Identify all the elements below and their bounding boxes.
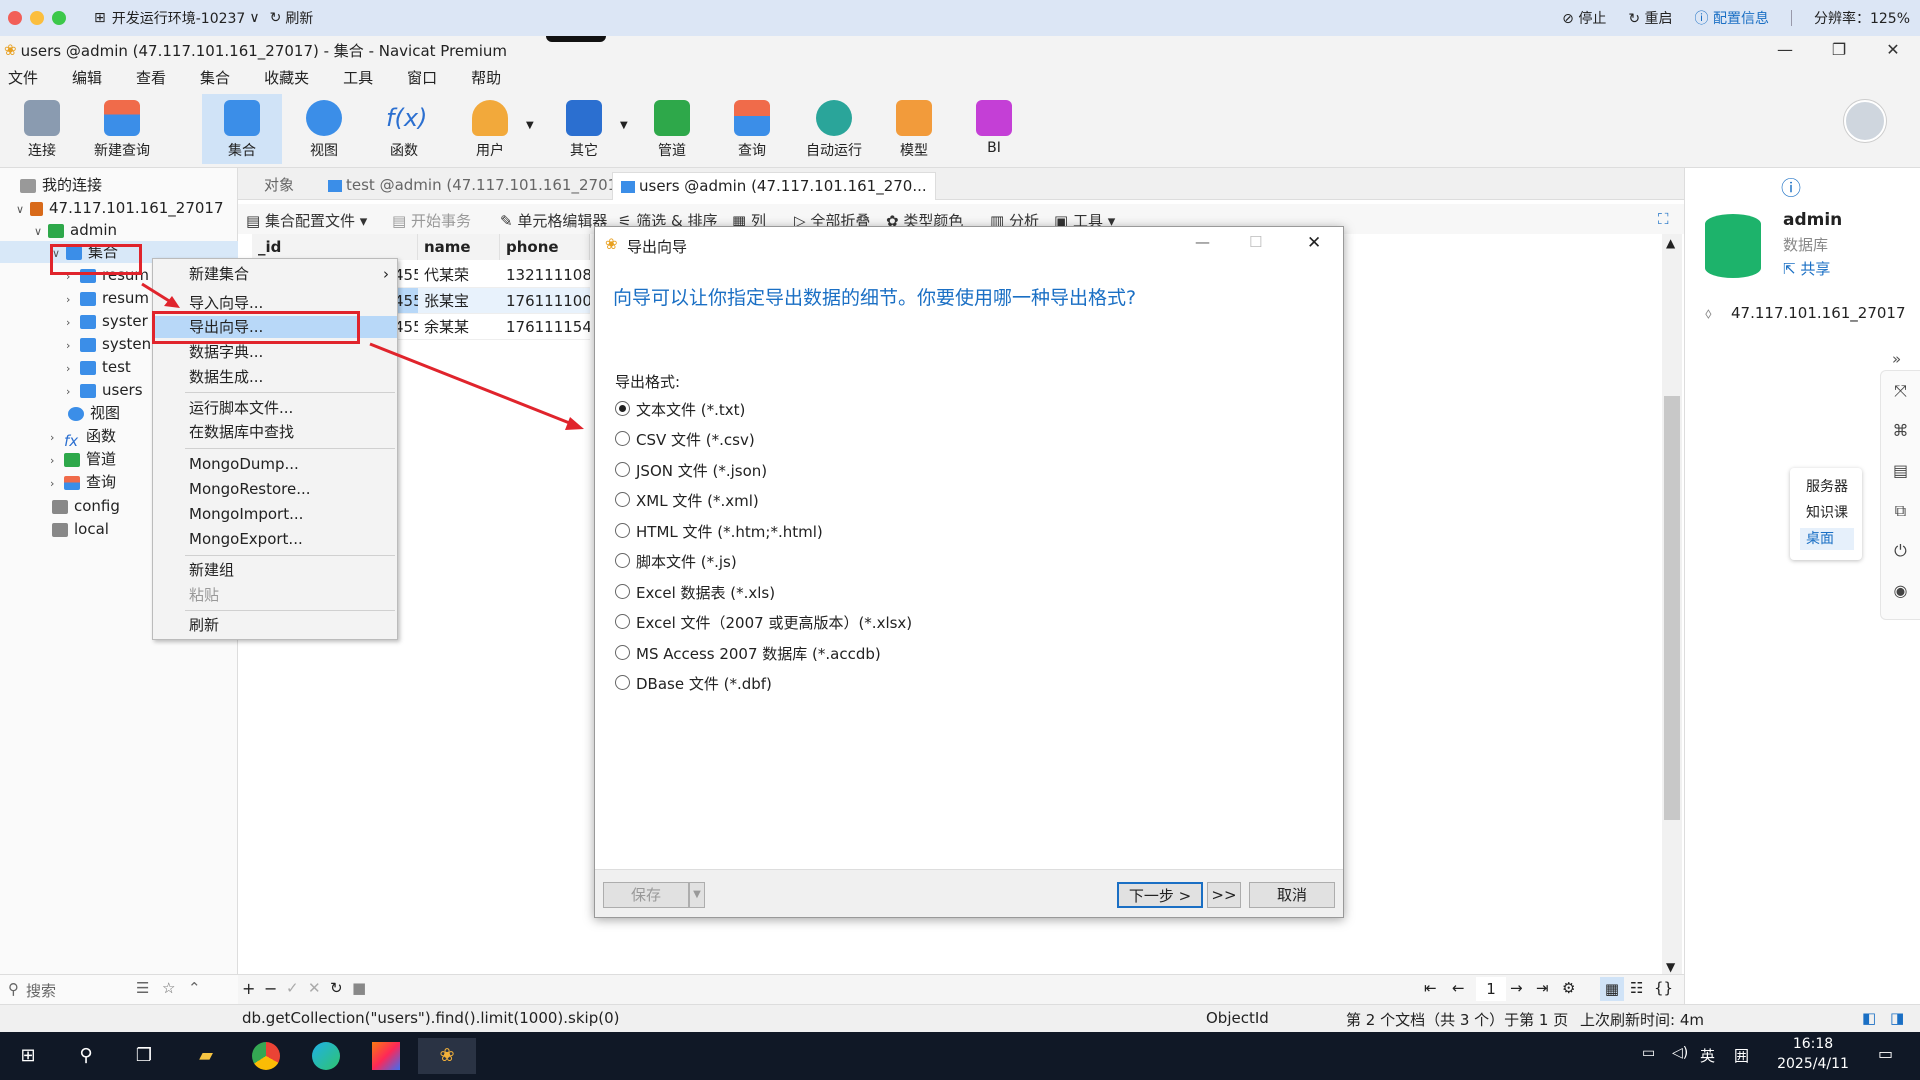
- export-wizard-dialog: ❀ 导出向导 — ☐ ✕ 向导可以让你指定导出数据的细节。你要使用哪一种导出格式…: [594, 226, 1344, 918]
- navicat-logo-icon: ❀: [605, 235, 618, 253]
- ime-lang[interactable]: 英: [1700, 1045, 1715, 1066]
- ime-mode[interactable]: 囲: [1734, 1045, 1749, 1066]
- notification-icon[interactable]: ▭: [1878, 1044, 1893, 1063]
- intellij-icon[interactable]: [362, 1038, 410, 1074]
- intellij-logo: [372, 1042, 400, 1070]
- clock-time[interactable]: 16:18: [1778, 1036, 1848, 1052]
- format-option-accdb[interactable]: MS Access 2007 数据库 (*.accdb): [615, 643, 881, 665]
- chrome-icon[interactable]: [242, 1038, 290, 1074]
- radio-icon: [615, 614, 630, 629]
- edge-icon[interactable]: [302, 1038, 350, 1074]
- search-icon[interactable]: ⚲: [62, 1038, 110, 1074]
- maximize-button[interactable]: ☐: [1249, 233, 1262, 251]
- finish-button[interactable]: >>: [1207, 882, 1241, 908]
- network-icon[interactable]: ▭: [1642, 1045, 1655, 1061]
- radio-icon: [615, 584, 630, 599]
- format-label-accdb: MS Access 2007 数据库 (*.accdb): [636, 645, 881, 663]
- dialog-question: 向导可以让你指定导出数据的细节。你要使用哪一种导出格式?: [613, 287, 1137, 309]
- radio-icon: [615, 523, 630, 538]
- dialog-titlebar: ❀ 导出向导 — ☐ ✕: [595, 227, 1343, 263]
- format-option-xls[interactable]: Excel 数据表 (*.xls): [615, 582, 775, 604]
- format-label-csv: CSV 文件 (*.csv): [636, 431, 755, 449]
- format-label-js: 脚本文件 (*.js): [636, 553, 737, 571]
- radio-icon: [615, 431, 630, 446]
- save-button[interactable]: 保存: [603, 882, 689, 908]
- close-button[interactable]: ✕: [1307, 233, 1321, 253]
- format-option-json[interactable]: JSON 文件 (*.json): [615, 460, 767, 482]
- dialog-footer: 保存 ▼ 下一步 > >> 取消: [595, 869, 1343, 917]
- format-label-xml: XML 文件 (*.xml): [636, 492, 759, 510]
- format-label: 导出格式:: [615, 373, 681, 391]
- navicat-taskbar-icon[interactable]: ❀: [418, 1038, 476, 1074]
- radio-icon: [615, 401, 630, 416]
- clock-date[interactable]: 2025/4/11: [1770, 1056, 1856, 1072]
- format-option-csv[interactable]: CSV 文件 (*.csv): [615, 429, 755, 451]
- format-option-txt[interactable]: 文本文件 (*.txt): [615, 399, 745, 421]
- format-label-dbf: DBase 文件 (*.dbf): [636, 675, 772, 693]
- volume-icon[interactable]: ◁): [1672, 1045, 1688, 1061]
- dialog-title: 导出向导: [627, 238, 688, 256]
- arrow-head: [565, 417, 584, 430]
- format-label-xlsx: Excel 文件（2007 或更高版本）(*.xlsx): [636, 614, 913, 632]
- save-dropdown-icon[interactable]: ▼: [689, 882, 705, 908]
- format-option-js[interactable]: 脚本文件 (*.js): [615, 551, 737, 573]
- file-explorer-icon[interactable]: ▰: [182, 1038, 230, 1074]
- format-label-json: JSON 文件 (*.json): [636, 462, 768, 480]
- taskbar: ⊞ ⚲ ❐ ▰ ❀ ▭ ◁) 英 囲 16:18 2025/4/11 ▭: [0, 1032, 1920, 1080]
- format-option-dbf[interactable]: DBase 文件 (*.dbf): [615, 673, 772, 695]
- format-option-html[interactable]: HTML 文件 (*.htm;*.html): [615, 521, 823, 543]
- radio-icon: [615, 492, 630, 507]
- radio-icon: [615, 675, 630, 690]
- format-label-txt: 文本文件 (*.txt): [636, 401, 746, 419]
- radio-icon: [615, 645, 630, 660]
- radio-icon: [615, 462, 630, 477]
- chrome-logo: [252, 1042, 280, 1070]
- task-view-icon[interactable]: ❐: [120, 1038, 168, 1074]
- format-label-html: HTML 文件 (*.htm;*.html): [636, 523, 823, 541]
- next-button[interactable]: 下一步 >: [1117, 882, 1203, 908]
- annotation-arrow: [369, 342, 573, 426]
- format-option-xml[interactable]: XML 文件 (*.xml): [615, 490, 759, 512]
- format-label-xls: Excel 数据表 (*.xls): [636, 584, 776, 602]
- cancel-button[interactable]: 取消: [1249, 882, 1335, 908]
- minimize-button[interactable]: —: [1195, 233, 1210, 251]
- edge-logo: [312, 1042, 340, 1070]
- format-option-xlsx[interactable]: Excel 文件（2007 或更高版本）(*.xlsx): [615, 612, 912, 634]
- radio-icon: [615, 553, 630, 568]
- start-windows-icon[interactable]: ⊞: [4, 1038, 52, 1074]
